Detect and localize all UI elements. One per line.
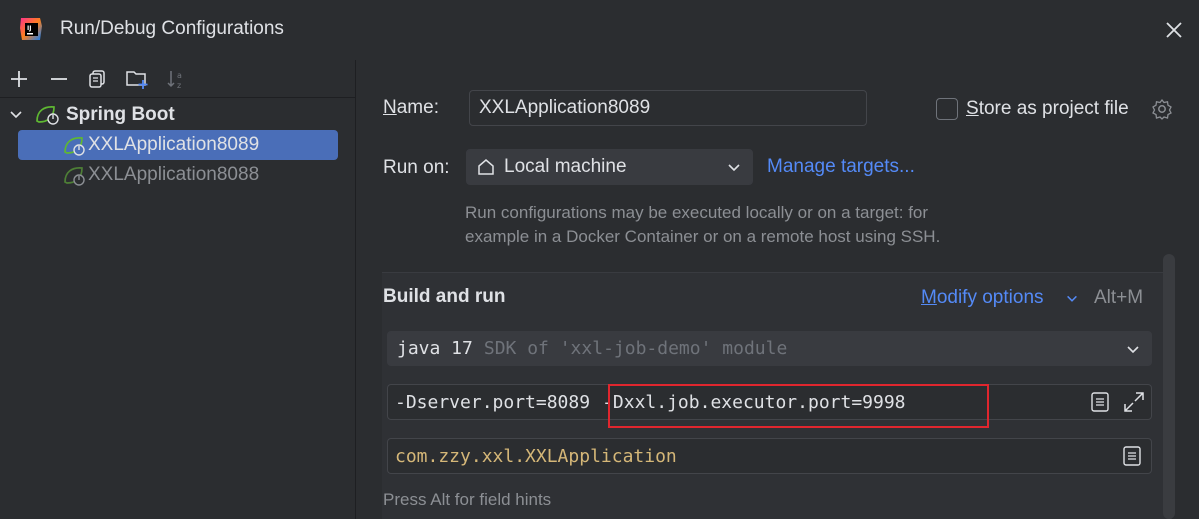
new-folder-icon	[126, 71, 148, 89]
home-icon	[478, 159, 494, 175]
tree-group-spring-boot[interactable]: Spring Boot	[8, 100, 175, 130]
title-bar: IJ Run/Debug Configurations	[0, 0, 1199, 60]
main-class-value: com.zzy.xxl.XXLApplication	[395, 445, 677, 467]
sort-icon: a z	[167, 71, 182, 90]
expand-document-icon[interactable]	[1089, 391, 1111, 413]
sdk-java-value: java 17	[397, 338, 473, 359]
tree-item-label: XXLApplication8089	[88, 134, 260, 155]
vm-options-part1: -Dserver.port=8089	[395, 391, 591, 413]
gear-icon[interactable]	[1151, 98, 1173, 120]
build-and-run-section: Build and run Modify options Alt+M java …	[382, 272, 1172, 519]
run-on-select[interactable]: Local machine	[466, 149, 753, 185]
modify-options-link[interactable]: Modify options	[921, 287, 1044, 309]
spring-boot-icon	[36, 106, 59, 125]
tree-item-config[interactable]: XXLApplication8088	[18, 160, 338, 190]
window-title: Run/Debug Configurations	[60, 18, 284, 39]
tree-group-label: Spring Boot	[66, 104, 175, 125]
configuration-editor: Name: XXLApplication8089 Store as projec…	[357, 60, 1199, 519]
name-label: Name:	[383, 97, 439, 118]
modify-options-shortcut: Alt+M	[1094, 287, 1144, 308]
field-hints-text: Press Alt for field hints	[383, 490, 552, 509]
chevron-down-icon	[10, 111, 22, 119]
add-configuration-button[interactable]	[6, 66, 32, 92]
tree-item-label: XXLApplication8088	[88, 164, 260, 185]
main-class-input[interactable]: com.zzy.xxl.XXLApplication	[387, 438, 1152, 474]
remove-configuration-button[interactable]	[46, 66, 72, 92]
sidebar-toolbar: a z	[0, 60, 356, 98]
vertical-scrollbar[interactable]	[1163, 254, 1175, 519]
tree-item-config[interactable]: XXLApplication8089	[18, 130, 338, 160]
spring-boot-icon	[64, 137, 85, 156]
remove-icon	[51, 78, 67, 80]
manage-targets-link[interactable]: Manage targets...	[767, 156, 915, 178]
run-on-value: Local machine	[504, 156, 627, 177]
close-icon	[1166, 22, 1182, 38]
configurations-sidebar: a z Spring Boot XXLApplication8089 XXLAp…	[0, 60, 356, 519]
copy-icon	[89, 70, 105, 88]
sdk-description: SDK of 'xxl-job-demo' module	[483, 338, 788, 359]
expand-document-icon[interactable]	[1121, 445, 1143, 467]
maximize-icon[interactable]	[1123, 391, 1145, 413]
add-icon	[11, 71, 27, 87]
svg-text:a: a	[177, 71, 182, 80]
run-on-label: Run on:	[383, 157, 450, 178]
svg-text:IJ: IJ	[27, 25, 31, 32]
copy-configuration-button[interactable]	[84, 66, 110, 92]
intellij-logo-icon: IJ	[20, 18, 42, 40]
close-button[interactable]	[1160, 16, 1188, 44]
svg-text:z: z	[177, 81, 181, 90]
name-input[interactable]: XXLApplication8089	[469, 90, 867, 126]
store-as-project-file-checkbox[interactable]	[936, 98, 958, 120]
store-as-project-file-label[interactable]: Store as project file	[966, 98, 1129, 120]
sort-button[interactable]: a z	[164, 66, 190, 92]
new-folder-button[interactable]	[124, 66, 150, 92]
run-on-hint-line2: example in a Docker Container or on a re…	[465, 227, 941, 246]
highlight-box	[608, 384, 989, 428]
chevron-down-icon	[1067, 295, 1077, 302]
chevron-down-icon	[1127, 346, 1139, 354]
run-on-hint-line1: Run configurations may be executed local…	[465, 203, 929, 222]
spring-boot-icon	[64, 167, 85, 186]
jre-select[interactable]: java 17 SDK of 'xxl-job-demo' module	[387, 331, 1152, 366]
build-and-run-heading: Build and run	[383, 286, 506, 307]
chevron-down-icon	[728, 164, 740, 172]
